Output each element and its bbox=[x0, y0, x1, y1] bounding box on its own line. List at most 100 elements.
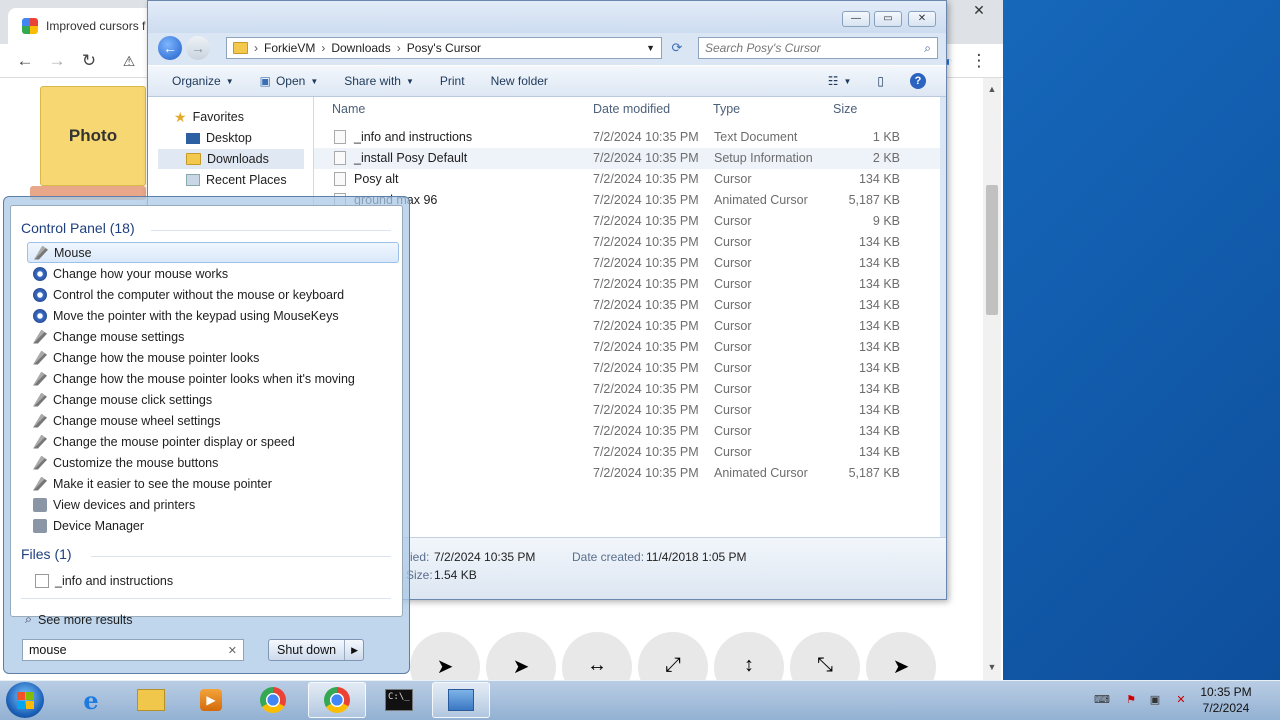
clear-search-icon[interactable]: ✕ bbox=[228, 644, 237, 657]
taskbar-explorer-icon[interactable] bbox=[122, 682, 180, 718]
control-panel-result[interactable]: Device Manager bbox=[27, 515, 399, 536]
nav-desktop[interactable]: Desktop bbox=[186, 128, 252, 148]
print-button[interactable]: Print bbox=[427, 74, 478, 88]
group-divider bbox=[91, 556, 391, 557]
tray-action-center-icon[interactable]: ⚑ bbox=[1124, 694, 1138, 706]
see-more-results-link[interactable]: ⌕ See more results bbox=[25, 612, 133, 627]
tray-keyboard-icon[interactable]: ⌨ bbox=[1094, 694, 1110, 706]
minimize-button[interactable]: — bbox=[842, 11, 870, 27]
devices-icon bbox=[33, 497, 47, 512]
menu-dots-icon[interactable]: ⋮ bbox=[968, 50, 990, 72]
result-label: Change how your mouse works bbox=[53, 266, 229, 281]
control-panel-result[interactable]: Make it easier to see the mouse pointer bbox=[27, 473, 399, 494]
back-arrow-icon[interactable]: ← bbox=[14, 50, 36, 72]
taskbar-media-player-icon[interactable]: ▶ bbox=[182, 682, 240, 718]
chrome-close-button[interactable]: ✕ bbox=[964, 0, 994, 20]
file-type: Animated Cursor bbox=[714, 466, 808, 480]
file-size: 134 KB bbox=[858, 340, 900, 354]
taskbar-control-panel-icon[interactable] bbox=[432, 682, 490, 718]
address-bar[interactable]: › ForkieVM › Downloads › Posy's Cursor ▼ bbox=[226, 37, 662, 59]
preview-pane-icon[interactable]: ▯ bbox=[864, 74, 897, 88]
control-panel-result[interactable]: Change how your mouse works bbox=[27, 263, 399, 284]
taskbar-internet-explorer-icon[interactable]: e bbox=[62, 682, 120, 718]
shutdown-options-icon[interactable]: ▶ bbox=[345, 645, 358, 656]
nav-downloads[interactable]: Downloads bbox=[158, 149, 304, 169]
file-name: Posy alt bbox=[354, 172, 399, 186]
control-panel-result[interactable]: Change mouse click settings bbox=[27, 389, 399, 410]
refresh-icon[interactable]: ⟳ bbox=[666, 37, 688, 59]
taskbar-command-prompt-icon[interactable]: C:\_ bbox=[370, 682, 428, 718]
file-row[interactable]: _info and instructions 7/2/2024 10:35 PM T… bbox=[314, 127, 940, 148]
organize-button[interactable]: Organize ▼ bbox=[148, 74, 247, 88]
share-with-button[interactable]: Share with ▼ bbox=[331, 74, 427, 88]
share-with-label: Share with bbox=[344, 74, 401, 88]
control-panel-result[interactable]: Customize the mouse buttons bbox=[27, 452, 399, 473]
control-panel-result[interactable]: Change mouse wheel settings bbox=[27, 410, 399, 431]
taskbar-clock[interactable]: 10:35 PM 7/2/2024 bbox=[1196, 684, 1256, 716]
file-type: Cursor bbox=[714, 172, 752, 186]
control-panel-result[interactable]: Change the mouse pointer display or spee… bbox=[27, 431, 399, 452]
file-result-info[interactable]: _info and instructions bbox=[29, 570, 401, 591]
nav-recent-places[interactable]: Recent Places bbox=[186, 170, 287, 190]
column-header-size[interactable]: Size bbox=[833, 102, 857, 116]
address-dropdown-icon[interactable]: ▼ bbox=[646, 43, 655, 53]
taskbar-chrome-icon[interactable] bbox=[244, 682, 302, 718]
shutdown-button[interactable]: Shut down ▶ bbox=[268, 639, 364, 661]
taskbar-chrome-active-icon[interactable] bbox=[308, 682, 366, 718]
breadcrumb-separator: › bbox=[254, 41, 258, 55]
file-date: 7/2/2024 10:35 PM bbox=[593, 361, 699, 375]
breadcrumb-item[interactable]: ForkieVM bbox=[264, 41, 315, 55]
reload-icon[interactable]: ↻ bbox=[78, 50, 100, 72]
forward-arrow-icon[interactable]: → bbox=[186, 36, 210, 60]
control-panel-result[interactable]: Control the computer without the mouse o… bbox=[27, 284, 399, 305]
file-row[interactable]: Posy alt 7/2/2024 10:35 PM Cursor 134 KB bbox=[314, 169, 940, 190]
file-size: 134 KB bbox=[858, 382, 900, 396]
details-created-value: 11/4/2018 1:05 PM bbox=[646, 550, 747, 564]
column-header-name[interactable]: Name bbox=[332, 102, 365, 116]
file-result-label: _info and instructions bbox=[55, 573, 174, 588]
close-button[interactable]: ✕ bbox=[908, 11, 936, 27]
scroll-up-icon[interactable]: ▲ bbox=[985, 84, 999, 96]
photo-tile[interactable]: Photo bbox=[40, 86, 146, 186]
control-panel-result[interactable]: Change how the mouse pointer looks bbox=[27, 347, 399, 368]
scrollbar-thumb[interactable] bbox=[986, 185, 998, 315]
page-scrollbar[interactable] bbox=[983, 78, 1001, 680]
result-label: Make it easier to see the mouse pointer bbox=[53, 476, 272, 491]
tab-favicon-icon bbox=[22, 18, 38, 34]
search-input[interactable]: Search Posy's Cursor ⌕ bbox=[698, 37, 938, 59]
search-icon[interactable]: ⌕ bbox=[924, 41, 931, 56]
chevron-down-icon: ▼ bbox=[310, 76, 319, 86]
tray-network-icon[interactable]: ▣ bbox=[1148, 694, 1162, 706]
result-label: Mouse bbox=[54, 245, 92, 260]
chrome-tab[interactable]: Improved cursors f bbox=[8, 8, 158, 44]
control-panel-result[interactable]: Move the pointer with the keypad using M… bbox=[27, 305, 399, 326]
control-panel-result[interactable]: Change how the mouse pointer looks when … bbox=[27, 368, 399, 389]
new-folder-button[interactable]: New folder bbox=[478, 74, 561, 88]
start-button[interactable] bbox=[6, 682, 44, 718]
maximize-button[interactable]: ▭ bbox=[874, 11, 902, 27]
file-date: 7/2/2024 10:35 PM bbox=[593, 382, 699, 396]
forward-arrow-icon[interactable]: → bbox=[46, 50, 68, 72]
help-icon[interactable]: ? bbox=[897, 73, 946, 89]
file-row[interactable]: _install Posy Default 7/2/2024 10:35 PM Se… bbox=[314, 148, 940, 169]
text-file-icon bbox=[334, 130, 346, 144]
view-options-icon[interactable]: ☷ ▼ bbox=[815, 74, 865, 88]
open-button[interactable]: ▣ Open ▼ bbox=[247, 74, 332, 88]
column-header-type[interactable]: Type bbox=[713, 102, 740, 116]
file-date: 7/2/2024 10:35 PM bbox=[593, 235, 699, 249]
nav-favorites[interactable]: ★ Favorites bbox=[174, 107, 244, 127]
control-panel-group-header: Control Panel (18) bbox=[21, 220, 135, 236]
control-panel-result[interactable]: Mouse bbox=[27, 242, 399, 263]
start-search-input[interactable]: mouse ✕ bbox=[22, 639, 244, 661]
scroll-down-icon[interactable]: ▼ bbox=[985, 662, 999, 674]
control-panel-result[interactable]: View devices and printers bbox=[27, 494, 399, 515]
warning-icon[interactable]: ⚠ bbox=[118, 50, 140, 72]
column-header-date[interactable]: Date modified bbox=[593, 102, 670, 116]
ease-of-access-icon bbox=[33, 287, 47, 302]
breadcrumb-item[interactable]: Posy's Cursor bbox=[407, 41, 481, 55]
tray-volume-muted-icon[interactable]: ✕ bbox=[1174, 694, 1188, 706]
back-arrow-icon[interactable]: ← bbox=[158, 36, 182, 60]
file-date: 7/2/2024 10:35 PM bbox=[593, 256, 699, 270]
breadcrumb-item[interactable]: Downloads bbox=[331, 41, 390, 55]
control-panel-result[interactable]: Change mouse settings bbox=[27, 326, 399, 347]
